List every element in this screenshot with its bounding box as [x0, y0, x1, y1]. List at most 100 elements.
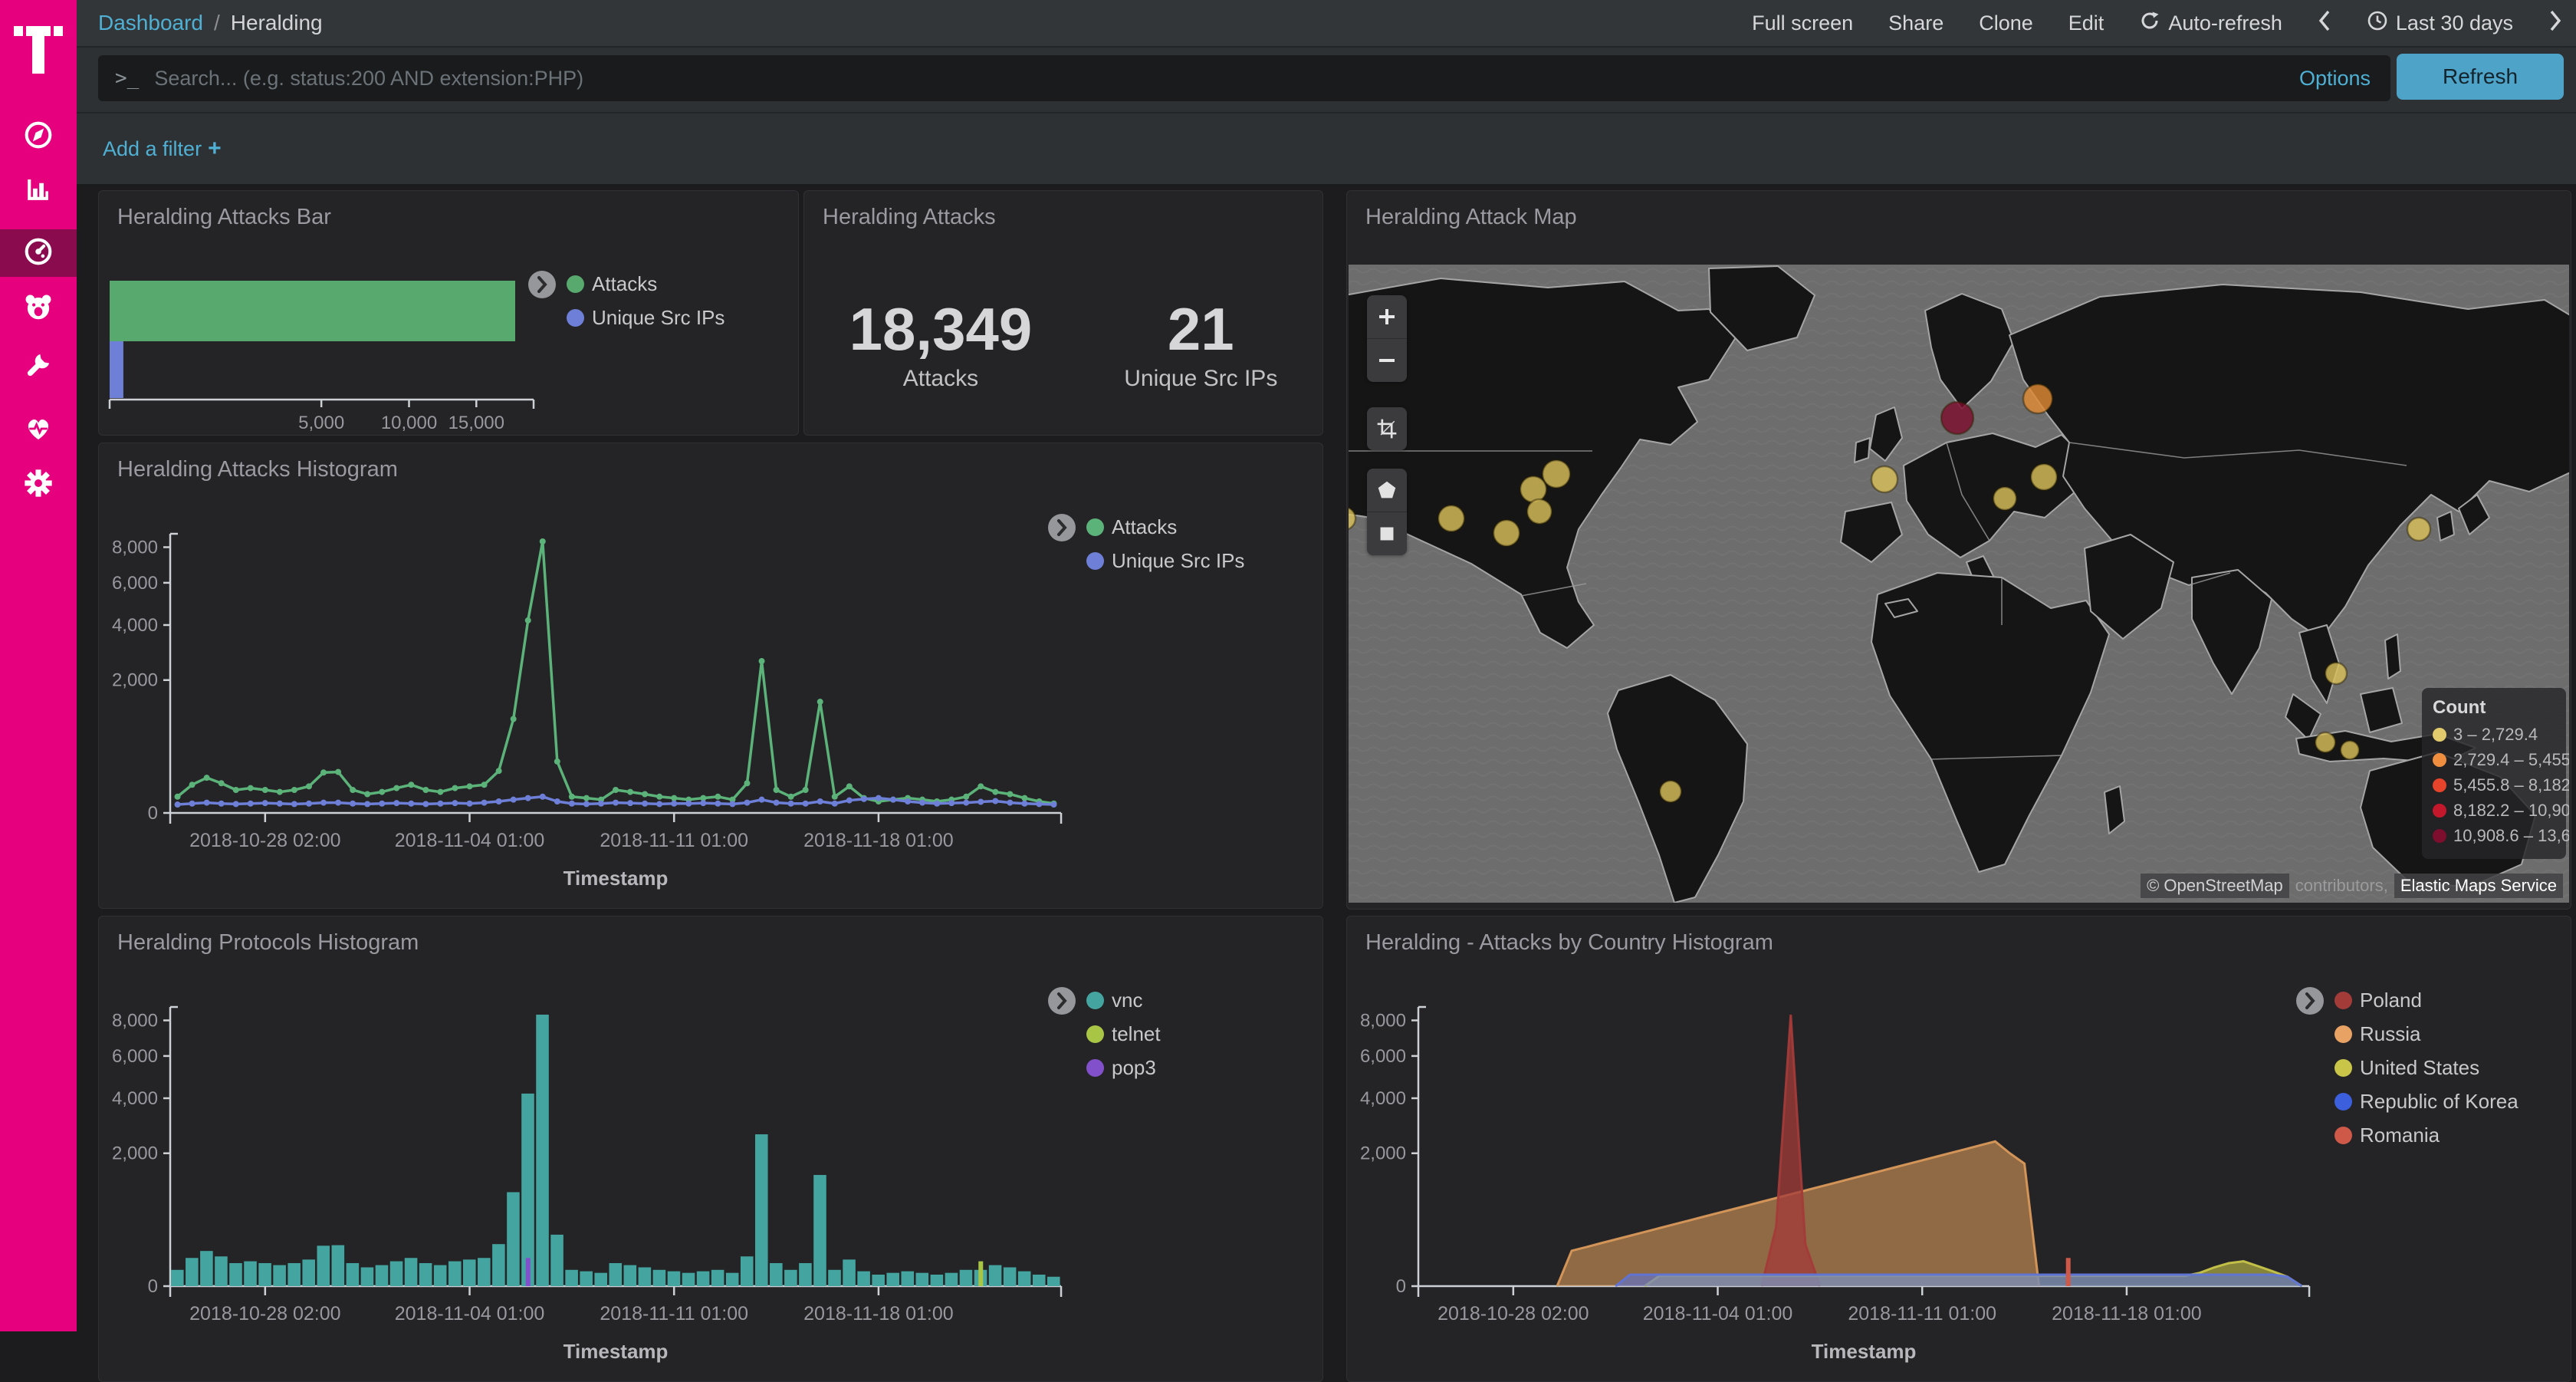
options-link[interactable]: Options: [2299, 67, 2371, 90]
svg-text:2018-11-18 01:00: 2018-11-18 01:00: [2052, 1303, 2202, 1324]
legend-color-dot: [2334, 1093, 2352, 1111]
panel-country-histogram: Heralding - Attacks by Country Histogram…: [1346, 916, 2571, 1382]
full-screen-button[interactable]: Full screen: [1752, 12, 1853, 35]
legend-item[interactable]: Unique Src IPs: [567, 306, 724, 330]
search-input[interactable]: [153, 66, 2299, 91]
ems-attribution[interactable]: Elastic Maps Service: [2394, 874, 2563, 898]
svg-text:2018-11-11 01:00: 2018-11-11 01:00: [600, 830, 748, 851]
sidebar-item-visualize[interactable]: [0, 167, 77, 215]
osm-attribution[interactable]: © OpenStreetMap: [2141, 874, 2289, 898]
svg-text:6,000: 6,000: [112, 573, 158, 594]
share-button[interactable]: Share: [1888, 12, 1944, 35]
legend-toggle-button[interactable]: [528, 271, 556, 298]
legend-item[interactable]: Attacks: [567, 272, 724, 296]
svg-text:0: 0: [148, 1276, 158, 1297]
panel-attacks-metric: Heralding Attacks 18,349 Attacks 21 Uniq…: [803, 190, 1323, 436]
svg-text:2018-11-11 01:00: 2018-11-11 01:00: [600, 1303, 748, 1324]
chevron-left-icon: [2318, 9, 2331, 38]
legend-item[interactable]: Unique Src IPs: [1086, 549, 1244, 573]
svg-text:6,000: 6,000: [1360, 1046, 1406, 1067]
time-next-button[interactable]: [2548, 9, 2562, 38]
svg-text:2018-11-18 01:00: 2018-11-18 01:00: [803, 830, 954, 851]
time-range-picker[interactable]: Last 30 days: [2367, 10, 2513, 37]
svg-text:2,000: 2,000: [1360, 1143, 1406, 1164]
count-legend-item: 8,182.2 – 10,908.6: [2433, 801, 2555, 821]
plus-icon: +: [208, 136, 222, 161]
svg-text:2018-11-04 01:00: 2018-11-04 01:00: [395, 1303, 545, 1324]
sidebar-item-dashboard[interactable]: [0, 229, 77, 277]
svg-text:4,000: 4,000: [112, 1088, 158, 1109]
svg-text:2018-11-18 01:00: 2018-11-18 01:00: [803, 1303, 954, 1324]
metric-label: Attacks: [849, 366, 1033, 392]
time-prev-button[interactable]: [2318, 9, 2331, 38]
svg-text:2,000: 2,000: [112, 670, 158, 691]
legend-item[interactable]: Russia: [2334, 1022, 2518, 1046]
auto-refresh-button[interactable]: Auto-refresh: [2139, 10, 2282, 37]
panel-attacks-bar: Heralding Attacks Bar 5,00010,00015,000 …: [98, 190, 799, 436]
zoom-in-button[interactable]: [1367, 295, 1407, 338]
chart-legend: Attacks Unique Src IPs: [528, 272, 724, 340]
clock-icon: [2367, 10, 2388, 37]
legend-color-dot: [1086, 992, 1104, 1009]
map-crop-control: [1367, 407, 1407, 450]
metric-unique-src-ips: 21 Unique Src IPs: [1124, 298, 1277, 392]
legend-toggle-button[interactable]: [1048, 987, 1076, 1015]
legend-item[interactable]: United States: [2334, 1056, 2518, 1080]
zoom-out-button[interactable]: [1367, 338, 1407, 382]
svg-text:4,000: 4,000: [112, 615, 158, 636]
gear-icon: [23, 468, 54, 502]
legend-item[interactable]: vnc: [1086, 989, 1161, 1012]
query-bar: >_ Options Refresh: [77, 48, 2576, 112]
sidebar-item-honeypot[interactable]: [0, 285, 77, 333]
map-canvas: [1349, 265, 2569, 903]
compass-icon: [23, 120, 54, 154]
map-attribution: © OpenStreetMap contributors, Elastic Ma…: [2141, 874, 2563, 898]
legend-color-dot: [1086, 1059, 1104, 1077]
legend-item[interactable]: telnet: [1086, 1022, 1161, 1046]
legend-item[interactable]: Republic of Korea: [2334, 1090, 2518, 1114]
add-filter-link[interactable]: Add a filter+: [103, 136, 222, 162]
svg-text:8,000: 8,000: [112, 537, 158, 558]
protocols-histogram-chart[interactable]: 02,0004,0006,0008,0002018-10-28 02:00201…: [99, 916, 1321, 1380]
svg-text:2018-11-04 01:00: 2018-11-04 01:00: [395, 830, 545, 851]
svg-text:2018-11-11 01:00: 2018-11-11 01:00: [1848, 1303, 1996, 1324]
sidebar-item-devtools[interactable]: [0, 343, 77, 390]
crop-icon[interactable]: [1367, 407, 1407, 450]
refresh-button[interactable]: Refresh: [2397, 54, 2564, 100]
draw-rectangle-button[interactable]: [1367, 512, 1407, 555]
sidebar-item-discover[interactable]: [0, 113, 77, 160]
legend-item[interactable]: pop3: [1086, 1056, 1161, 1080]
panel-attack-map: Heralding Attack Map: [1346, 190, 2571, 910]
wrench-icon: [23, 350, 54, 384]
draw-polygon-button[interactable]: [1367, 469, 1407, 512]
breadcrumb-dashboard-link[interactable]: Dashboard: [98, 11, 203, 35]
chevron-right-icon: [2548, 9, 2562, 38]
legend-item[interactable]: Attacks: [1086, 515, 1244, 539]
legend-color-dot: [2334, 1059, 2352, 1077]
svg-text:4,000: 4,000: [1360, 1088, 1406, 1109]
metric-value: 18,349: [849, 298, 1033, 361]
sidebar-item-monitoring[interactable]: [0, 406, 77, 454]
map-zoom-controls: [1367, 295, 1407, 382]
svg-text:2018-11-04 01:00: 2018-11-04 01:00: [1643, 1303, 1793, 1324]
panel-protocols-histogram: Heralding Protocols Histogram 02,0004,00…: [98, 916, 1323, 1382]
legend-color-dot: [567, 309, 584, 327]
edit-button[interactable]: Edit: [2068, 12, 2104, 35]
legend-color-dot: [1086, 552, 1104, 570]
metric-label: Unique Src IPs: [1124, 366, 1277, 392]
world-map[interactable]: Count 3 – 2,729.42,729.4 – 5,455.85,455.…: [1349, 265, 2569, 903]
terminal-prompt-icon: >_: [115, 67, 139, 90]
svg-text:0: 0: [148, 803, 158, 824]
svg-text:2018-10-28 02:00: 2018-10-28 02:00: [189, 1303, 340, 1324]
svg-text:Timestamp: Timestamp: [564, 1340, 669, 1363]
bar-chart-icon: [23, 174, 54, 209]
legend-item[interactable]: Poland: [2334, 989, 2518, 1012]
metric-row: 18,349 Attacks 21 Unique Src IPs: [804, 298, 1322, 392]
legend-item[interactable]: Romania: [2334, 1124, 2518, 1147]
bear-icon: [23, 292, 54, 327]
clone-button[interactable]: Clone: [1979, 12, 2033, 35]
attacks-histogram-chart[interactable]: 02,0004,0006,0008,0002018-10-28 02:00201…: [99, 443, 1321, 907]
legend-toggle-button[interactable]: [2296, 987, 2324, 1015]
sidebar-item-management[interactable]: [0, 461, 77, 508]
legend-toggle-button[interactable]: [1048, 514, 1076, 541]
